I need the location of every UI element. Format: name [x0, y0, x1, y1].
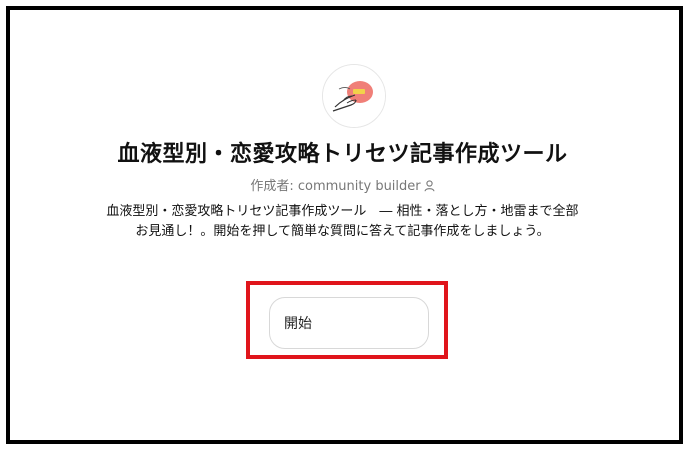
author-line: 作成者: community builder [0, 175, 685, 196]
start-button[interactable]: 開始 [269, 297, 429, 349]
hand-egg-icon [323, 65, 385, 127]
person-icon [424, 180, 435, 196]
avatar [322, 64, 386, 128]
author-name: 作成者: community builder [250, 179, 421, 194]
description-line-1: 血液型別・恋愛攻略トリセツ記事作成ツール ― 相性・落とし方・地雷まで全部 [106, 204, 579, 219]
description: 血液型別・恋愛攻略トリセツ記事作成ツール ― 相性・落とし方・地雷まで全部 お見… [100, 202, 585, 242]
description-line-2: お見通し！。開始を押して簡単な質問に答えて記事作成をしましょう。 [135, 224, 550, 239]
page-title: 血液型別・恋愛攻略トリセツ記事作成ツール [117, 142, 568, 167]
